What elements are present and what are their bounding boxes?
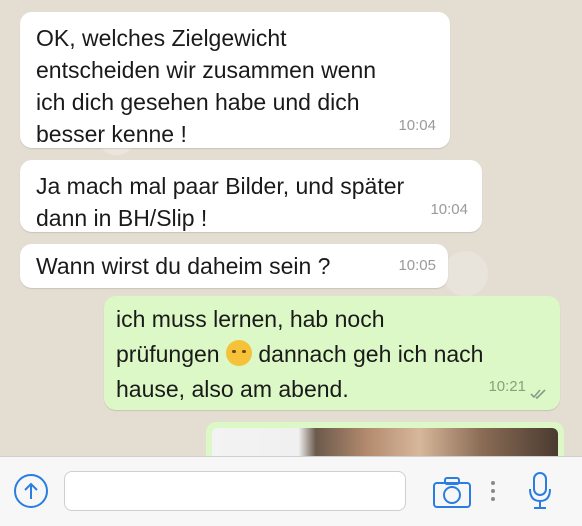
message-timestamp: 10:05	[398, 257, 436, 274]
incoming-message[interactable]: OK, welches Zielgewicht entscheiden wir …	[20, 12, 450, 148]
outgoing-message[interactable]: ich muss lernen, hab noch prüfungen dann…	[104, 296, 560, 410]
incoming-message[interactable]: Ja mach mal paar Bilder, und später dann…	[20, 160, 482, 232]
message-text-line: dann in BH/Slip !	[36, 205, 208, 231]
message-text-line: prüfungen dannach geh ich nach	[116, 337, 548, 372]
incoming-message[interactable]: Wann wirst du daheim sein ? 10:05	[20, 244, 448, 288]
vertical-dots-icon[interactable]	[490, 477, 496, 505]
microphone-icon[interactable]	[528, 471, 552, 511]
camera-icon[interactable]	[432, 475, 472, 509]
message-text-line: ich dich gesehen habe und dich	[36, 89, 360, 115]
message-text-input[interactable]	[64, 471, 406, 511]
message-timestamp: 10:04	[398, 117, 436, 134]
message-input-bar	[0, 456, 582, 526]
message-text-line: ich muss lernen, hab noch	[116, 306, 385, 332]
message-timestamp: 10:04	[430, 201, 468, 218]
sad-face-emoji	[225, 340, 252, 366]
message-text-line: besser kenne !	[36, 121, 187, 147]
message-timestamp: 10:21	[488, 378, 526, 395]
message-text-line: entscheiden wir zusammen wenn	[36, 57, 377, 83]
message-text-fragment: dannach geh ich nach	[258, 341, 484, 367]
message-text-fragment: prüfungen	[116, 341, 220, 367]
message-text-line: OK, welches Zielgewicht	[36, 25, 287, 51]
message-text-line: hause, also am abend.	[116, 376, 349, 402]
upload-arrow-icon[interactable]	[14, 474, 48, 508]
message-text-line: Ja mach mal paar Bilder, und später	[36, 173, 405, 199]
read-double-check-icon	[530, 389, 546, 400]
message-text-line: Wann wirst du daheim sein ?	[36, 253, 331, 279]
